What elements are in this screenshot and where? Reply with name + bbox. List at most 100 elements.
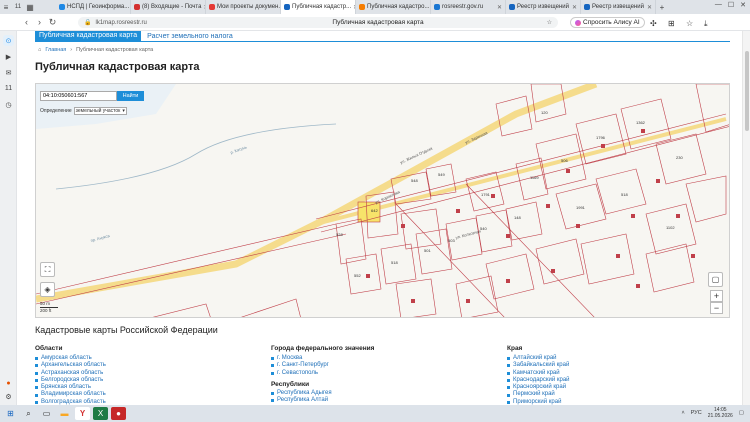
explorer-icon[interactable]: ▬ [57,407,72,420]
sidebar-messenger-icon[interactable]: ✉ [3,67,14,78]
breadcrumb-home[interactable]: Главная [45,47,66,53]
alice-button[interactable]: Спросить Алису AI [570,17,645,28]
list-item[interactable]: Пермский край [507,391,570,398]
browser-tab[interactable]: Реестр извещений ✕ [506,0,581,14]
browser-tab[interactable]: Реестр извещений ✕ [581,0,656,14]
sidebar-clock-icon[interactable]: ◷ [3,99,14,110]
home-icon[interactable]: ⌂ [38,47,41,53]
browser-tab[interactable]: НСПД | Геоинформа...✕ [56,0,131,14]
clock[interactable]: 14:05 21.05.2026 [708,407,733,419]
list-item-label: г. Севастополь [277,369,319,376]
tab-public-cadastral-map[interactable]: Публичная кадастровая карта [35,31,142,41]
scrollbar-thumb[interactable] [745,51,749,131]
tab-close-icon[interactable]: ✕ [647,4,652,11]
page-scrollbar[interactable] [742,31,750,405]
browser-tab[interactable]: rosreestr.gov.ru ✕ [431,0,506,14]
tab-close-icon[interactable]: ✕ [497,4,502,11]
bullet-icon [507,400,510,404]
zoom-out-button[interactable]: − [710,302,723,314]
parcel-boundary[interactable] [380,243,417,285]
parcel-boundary[interactable] [345,253,382,295]
sidebar-alert-icon[interactable]: ● [3,378,14,389]
reload-icon[interactable]: ↻ [46,17,59,28]
cadastral-search-input[interactable] [40,91,117,101]
start-icon[interactable]: ⊞ [3,407,18,420]
zoom-in-button[interactable]: + [710,290,723,302]
parcel-boundary[interactable] [535,238,585,285]
list-item[interactable]: г. Москва [271,355,374,362]
browser-tab[interactable]: Публичная кадастро...✕ [356,0,431,14]
browser-menu-icon[interactable]: ≡ [0,1,12,13]
parcel-boundary[interactable] [485,253,535,300]
app-icon[interactable]: ● [111,407,126,420]
define-select[interactable]: земельный участок ▾ [73,107,127,115]
close-window-icon[interactable]: ✕ [740,1,746,9]
list-item[interactable]: Забайкальский край [507,362,570,369]
parcel-number: 120 [541,110,548,115]
krai-column: Края Алтайский край Забайкальский край Кам… [507,345,570,406]
building-marker [641,129,645,133]
parcel-boundary[interactable] [455,275,499,318]
list-item[interactable]: г. Санкт-Петербург [271,362,374,369]
yandex-browser-icon[interactable]: Y [75,407,90,420]
tab-close-icon[interactable]: ✕ [572,4,577,11]
parcel-boundary[interactable] [146,303,211,318]
list-item[interactable]: Астраханская область [35,370,106,377]
browser-tab[interactable]: Мои проекты докумен...✕ [206,0,281,14]
river-label: р. Катунь [230,144,248,155]
list-item[interactable]: Архангельская область [35,362,106,369]
parcel-boundary[interactable] [395,278,437,318]
tray-chevron-icon[interactable]: ˄ [682,410,685,416]
browser-tab[interactable]: (8) Входящие - Почта✕ [131,0,206,14]
sidebar-mail-icon[interactable]: ⊙ [3,35,14,46]
parcel-number: 1796 [596,135,606,140]
cadastral-map[interactable]: 120 548 549 642 528 552 518 501 503 540 148 506 1169… [35,83,730,318]
tray-lang[interactable]: РУС [691,410,702,416]
bookmark-icon[interactable]: ☆ [547,19,552,26]
parcel-boundary[interactable] [415,228,453,275]
notification-icon[interactable]: ▢ [739,410,744,416]
forward-icon[interactable]: › [33,17,46,27]
parcel-boundary[interactable] [335,218,367,265]
task-view-icon[interactable]: ▭ [39,407,54,420]
download-icon[interactable]: ⤓ [704,19,708,29]
sidebar-settings-icon[interactable]: ⚙ [3,391,14,402]
parcel-boundary[interactable] [236,298,301,318]
extension-icon[interactable]: ✣ [650,19,657,28]
parcel-boundary[interactable] [685,175,727,223]
collections-icon[interactable]: ⊞ [668,19,675,28]
list-item[interactable]: Амурская область [35,355,106,362]
sidebar-stats-icon[interactable]: 11 [3,83,14,94]
find-button[interactable]: Найти [117,91,144,101]
parcel-boundary[interactable] [645,243,695,293]
parcel-boundary[interactable] [400,208,442,250]
tabs-grid-icon[interactable]: ▦ [24,1,36,13]
new-tab-icon[interactable]: + [656,1,668,13]
excel-icon[interactable]: X [93,407,108,420]
browser-tab[interactable]: Публичная кадастр...✕ [281,0,356,14]
bookmarks-icon[interactable]: ☆ [686,19,693,28]
layers-icon[interactable]: ◈ [40,282,55,297]
road-edge [320,126,729,233]
list-item[interactable]: Белгородская область [35,377,106,384]
tab-land-tax[interactable]: Расчет земельного налога [147,33,233,40]
parcel-boundary[interactable] [505,201,543,241]
back-icon[interactable]: ‹ [20,17,33,27]
parcel-boundary[interactable] [580,233,635,285]
fullscreen-icon[interactable]: ⛶ [40,262,55,277]
map-tool-icon[interactable]: ▢ [708,272,723,287]
list-item[interactable]: Республика Алтай [271,397,374,404]
list-item[interactable]: Камчатский край [507,370,570,377]
list-item[interactable]: Владимирская область [35,391,106,398]
tab-count-badge[interactable]: 11 [12,1,24,13]
sidebar-play-icon[interactable]: ▶ [3,51,14,62]
search-icon[interactable]: ⌕ [21,407,36,420]
list-item[interactable]: г. Севастополь [271,370,374,377]
url-field[interactable]: 🔒 lk1map.rosreestr.ru Публичная кадастро… [78,17,558,28]
minimize-icon[interactable]: — [715,1,722,9]
maximize-icon[interactable]: ☐ [728,1,734,9]
list-item[interactable]: Брянская область [35,384,106,391]
bullet-icon [35,379,38,383]
parcel-boundary[interactable] [475,209,513,253]
map-canvas[interactable]: 120 548 549 642 528 552 518 501 503 540 148 506 1169… [36,84,730,318]
